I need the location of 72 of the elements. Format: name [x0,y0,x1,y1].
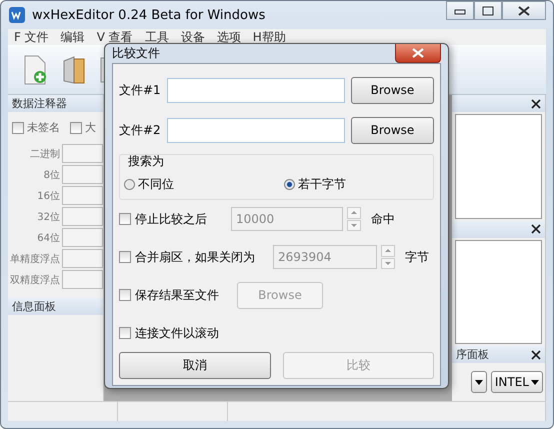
group-title: 搜索为 [127,153,165,170]
new-file-icon[interactable] [22,54,48,84]
close-button[interactable] [502,1,546,20]
close-icon[interactable] [531,350,541,360]
checkbox-option[interactable]: 保存结果至文件 [119,286,227,304]
radio-option[interactable]: 若干字节 [284,176,429,193]
checkbox-option[interactable]: 停止比较之后 [119,210,227,228]
cancel-button[interactable]: 取消 [119,352,270,379]
checkbox[interactable] [12,122,24,134]
field-label: 双精度浮点 [9,274,61,286]
browse-button[interactable]: Browse [350,76,434,104]
menu-item[interactable]: 编辑 [60,28,85,46]
unit-label: 字节 [405,248,429,266]
menu-item[interactable]: 工具 [144,28,169,46]
menu-item[interactable]: V 查看 [96,28,133,46]
close-icon[interactable] [531,98,541,108]
file-path-field[interactable] [166,78,345,102]
dropdown[interactable] [470,371,487,393]
checkbox-label[interactable]: 未签名 [12,120,60,135]
field-label: 16位 [36,190,61,202]
dropdown[interactable]: INTEL [490,371,543,393]
value-field[interactable] [62,249,103,268]
caret-icon [474,380,483,384]
up-arrow-icon [385,249,391,252]
minimize-icon [454,6,466,14]
dialog-title: 比较文件 [112,45,160,62]
menu-item[interactable]: 设备 [180,28,205,46]
down-arrow-icon [351,224,357,227]
value-field[interactable] [62,228,103,247]
close-button[interactable] [395,44,441,63]
spin-up-button[interactable] [381,245,395,256]
panel-title: 信息面板 [12,299,56,314]
up-arrow-icon [351,211,357,214]
checkbox-option[interactable]: 合并扇区，如果关闭为 [119,248,269,266]
menu-item[interactable]: 选项 [216,28,241,46]
field-label: 单精度浮点 [9,252,61,266]
app-logo-icon [8,6,26,24]
close-icon [412,48,424,58]
field-label: 64位 [36,232,61,244]
unit-label: 命中 [371,210,395,228]
maximize-button[interactable] [474,1,502,20]
value-field[interactable] [62,165,103,184]
close-icon [518,6,530,16]
close-icon[interactable] [531,224,541,234]
caret-icon [531,380,539,384]
field-label: 文件#1 [119,82,162,98]
menu-item[interactable]: H帮助 [252,28,286,46]
spin-up-button[interactable] [347,207,361,218]
folder-icon[interactable] [62,54,86,84]
menu-item[interactable]: F 文件 [14,28,49,46]
browse-button[interactable]: Browse [350,116,434,144]
field-label: 8位 [42,168,61,182]
radio-option[interactable]: 不同位 [124,176,284,193]
panel-title: 数据注释器 [12,96,67,111]
maximize-icon [482,6,494,16]
file-path-field[interactable] [166,118,345,142]
value-field[interactable] [62,207,103,226]
checkbox-option[interactable]: 连接文件以滚动 [119,324,227,342]
panel-title: 序面板 [456,347,489,362]
value-field[interactable] [62,270,103,289]
field-label: 32位 [36,210,61,224]
checkbox[interactable] [70,122,82,134]
checkbox-label[interactable]: 大 [70,120,96,135]
value-field[interactable] [62,186,103,205]
spin-down-button[interactable] [381,258,395,269]
down-arrow-icon [385,262,391,265]
value-field[interactable] [62,144,103,163]
spin-down-button[interactable] [347,220,361,231]
window-title: wxHexEditor 0.24 Beta for Windows [32,8,266,22]
field-label: 文件#2 [119,122,162,138]
field-label: 二进制 [29,148,61,160]
minimize-button[interactable] [446,1,474,20]
